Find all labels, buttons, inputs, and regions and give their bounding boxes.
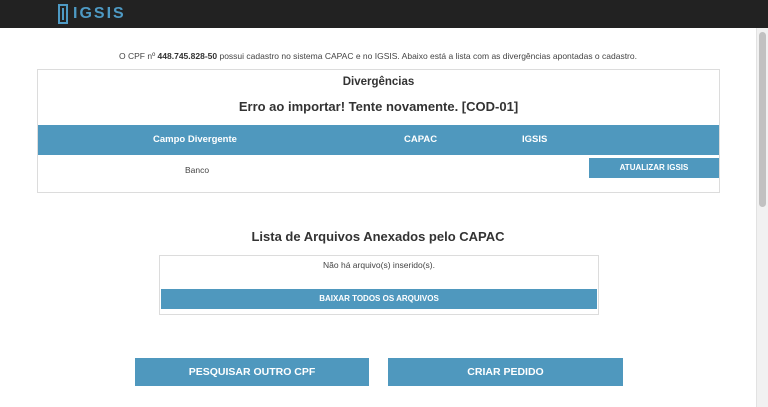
create-order-button[interactable]: CRIAR PEDIDO [388, 358, 623, 386]
table-row: Banco ATUALIZAR IGSIS [38, 155, 719, 193]
vertical-scrollbar[interactable] [756, 28, 768, 407]
igsis-logo[interactable]: IGSIS [58, 3, 126, 25]
download-all-button[interactable]: BAIXAR TODOS OS ARQUIVOS [161, 289, 597, 309]
arquivos-title: Lista de Arquivos Anexados pelo CAPAC [251, 229, 505, 244]
divergencias-panel: Divergências Erro ao importar! Tente nov… [37, 69, 720, 193]
column-header-capac: CAPAC [404, 134, 438, 145]
cpf-number: 448.745.828-50 [157, 51, 218, 61]
search-other-cpf-button[interactable]: PESQUISAR OUTRO CPF [135, 358, 369, 386]
logo-text: IGSIS [73, 5, 126, 22]
column-header-campo: Campo Divergente [153, 134, 237, 145]
cpf-info-text: O CPF nº 448.745.828-50 possui cadastro … [0, 51, 756, 61]
logo-icon [58, 4, 68, 24]
cpf-info-prefix: O CPF nº [119, 51, 158, 61]
divergencias-table-header: Campo Divergente CAPAC IGSIS [38, 125, 719, 155]
top-navbar: IGSIS [0, 0, 768, 28]
cpf-info-suffix: possui cadastro no sistema CAPAC e no IG… [217, 51, 637, 61]
divergencias-title: Divergências [342, 76, 415, 88]
no-files-text: Não há arquivo(s) inserido(s). [323, 260, 435, 270]
arquivos-panel: Não há arquivo(s) inserido(s). BAIXAR TO… [159, 255, 599, 315]
campo-cell: Banco [185, 165, 210, 175]
scrollbar-thumb[interactable] [759, 32, 766, 207]
import-error-message: Erro ao importar! Tente novamente. [COD-… [238, 99, 519, 114]
atualizar-igsis-button[interactable]: ATUALIZAR IGSIS [589, 158, 719, 178]
column-header-igsis: IGSIS [522, 134, 548, 145]
